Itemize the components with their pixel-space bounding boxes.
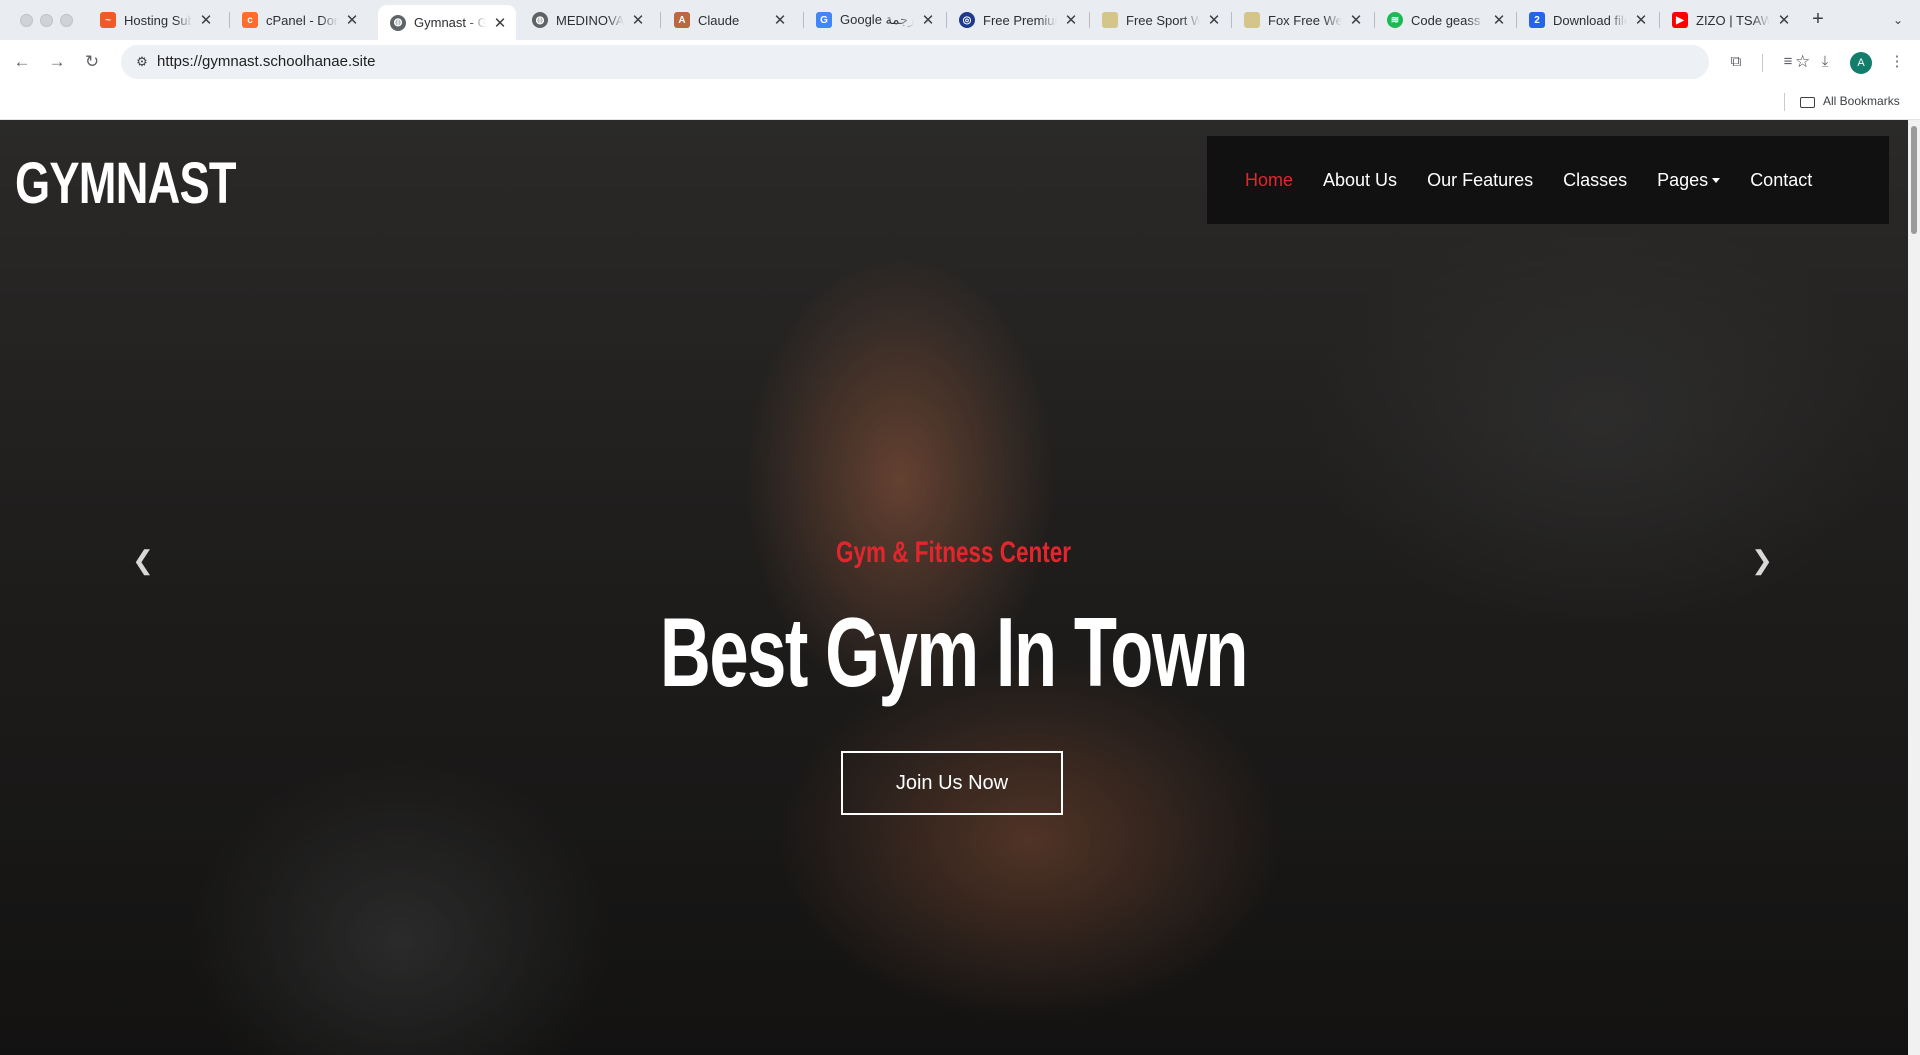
media-controls-icon[interactable]: ≡ bbox=[1776, 50, 1800, 74]
close-tab-icon[interactable]: ✕ bbox=[1348, 11, 1364, 29]
all-bookmarks-label: All Bookmarks bbox=[1823, 94, 1900, 108]
browser-tab[interactable]: ▶ ZIZO | TSAW ✕ bbox=[1660, 5, 1800, 35]
scrollbar-thumb[interactable] bbox=[1911, 126, 1917, 234]
page-scrollbar[interactable] bbox=[1908, 120, 1920, 1055]
spotify-icon: ≋ bbox=[1387, 12, 1403, 28]
nav-pages-label: Pages bbox=[1657, 169, 1709, 190]
browser-tab[interactable]: 2 Download file ✕ bbox=[1517, 5, 1657, 35]
browser-tab[interactable]: A Claude ✕ bbox=[662, 5, 796, 35]
browser-tab[interactable]: Fox Free Web ✕ bbox=[1232, 5, 1372, 35]
globe-icon: ◍ bbox=[390, 14, 406, 31]
caret-down-icon bbox=[1712, 177, 1721, 183]
youtube-icon: ▶ bbox=[1672, 12, 1688, 28]
claude-icon: A bbox=[674, 12, 690, 28]
hero-subtitle: Gym & Fitness Center bbox=[835, 536, 1072, 569]
close-tab-icon[interactable]: ✕ bbox=[344, 11, 360, 29]
folder-icon bbox=[1800, 96, 1815, 108]
nav-pages-dropdown[interactable]: Pages bbox=[1657, 169, 1721, 191]
menu-kebab-icon[interactable]: ⋮ bbox=[1885, 50, 1909, 74]
bookmarks-bar: All Bookmarks bbox=[0, 84, 1920, 120]
browser-tab[interactable]: ~ Hosting Subscription ✕ bbox=[88, 5, 222, 35]
site-settings-icon[interactable]: ⚙ bbox=[133, 53, 151, 71]
download-site-icon: 2 bbox=[1529, 12, 1545, 28]
close-tab-icon[interactable]: ✕ bbox=[1206, 11, 1222, 29]
back-arrow-icon[interactable]: ← bbox=[10, 50, 34, 74]
fox-icon bbox=[1244, 12, 1260, 28]
carousel-prev-chevron-icon[interactable]: ❮ bbox=[128, 545, 158, 575]
browser-tab[interactable]: ◎ Free Premium ✕ bbox=[947, 5, 1087, 35]
close-tab-icon[interactable]: ✕ bbox=[1776, 11, 1792, 29]
premium-icon: ◎ bbox=[959, 12, 975, 28]
close-tab-icon[interactable]: ✕ bbox=[1063, 11, 1079, 29]
google-translate-icon: G bbox=[816, 12, 832, 28]
window-zoom-button[interactable] bbox=[60, 14, 73, 27]
close-tab-icon[interactable]: ✕ bbox=[198, 11, 214, 29]
browser-tab[interactable]: ◍ MEDINOVA - Hospital ✕ bbox=[520, 5, 654, 35]
cpanel-icon: c bbox=[242, 12, 258, 28]
nav-home[interactable]: Home bbox=[1245, 170, 1293, 191]
nav-contact[interactable]: Contact bbox=[1750, 170, 1812, 191]
close-tab-icon[interactable]: ✕ bbox=[630, 11, 646, 29]
extensions-icon[interactable]: ⧉ bbox=[1724, 50, 1748, 74]
hero-background-image bbox=[0, 120, 1908, 1055]
tab-search-chevron-icon[interactable]: ⌄ bbox=[1886, 8, 1910, 32]
close-tab-icon[interactable]: ✕ bbox=[1633, 11, 1649, 29]
globe-icon: ◍ bbox=[532, 12, 548, 28]
nav-about-us[interactable]: About Us bbox=[1323, 170, 1397, 191]
browser-tab[interactable]: G Google ترجمة ✕ bbox=[804, 5, 944, 35]
downloads-icon[interactable]: ⤓ bbox=[1813, 50, 1837, 74]
site-logo[interactable]: GYMNAST bbox=[15, 150, 237, 217]
all-bookmarks-button[interactable]: All Bookmarks bbox=[1800, 94, 1900, 108]
carousel-next-chevron-icon[interactable]: ❯ bbox=[1747, 545, 1777, 575]
close-tab-icon[interactable]: ✕ bbox=[920, 11, 936, 29]
browser-tab-strip: ~ Hosting Subscription ✕ c cPanel - Doma… bbox=[0, 0, 1920, 40]
address-bar[interactable]: ⚙ https://gymnast.schoolhanae.site ☆ bbox=[121, 45, 1810, 79]
profile-avatar[interactable]: A bbox=[1850, 52, 1872, 74]
new-tab-button[interactable]: + bbox=[1806, 8, 1830, 32]
main-navbar: Home About Us Our Features Classes Pages… bbox=[1207, 136, 1889, 224]
window-close-button[interactable] bbox=[20, 14, 33, 27]
browser-tab[interactable]: Free Sport Web ✕ bbox=[1090, 5, 1230, 35]
hero-headline: Best Gym In Town bbox=[659, 597, 1249, 707]
join-us-button[interactable]: Join Us Now bbox=[841, 751, 1063, 815]
close-tab-icon[interactable]: ✕ bbox=[492, 14, 508, 32]
browser-toolbar: ← → ↻ ⚙ https://gymnast.schoolhanae.site… bbox=[0, 40, 1920, 84]
browser-tab[interactable]: ≋ Code geass ✕ bbox=[1375, 5, 1515, 35]
window-minimize-button[interactable] bbox=[40, 14, 53, 27]
nav-our-features[interactable]: Our Features bbox=[1427, 170, 1533, 191]
close-tab-icon[interactable]: ✕ bbox=[772, 11, 788, 29]
close-tab-icon[interactable]: ✕ bbox=[1491, 11, 1507, 29]
hosting-icon: ~ bbox=[100, 12, 116, 28]
browser-tab-active[interactable]: ◍ Gymnast - Gym ✕ bbox=[378, 5, 516, 40]
reload-icon[interactable]: ↻ bbox=[80, 50, 104, 74]
hero-carousel: GYMNAST Home About Us Our Features Class… bbox=[0, 120, 1908, 1055]
nav-classes[interactable]: Classes bbox=[1563, 170, 1627, 191]
url-text[interactable]: https://gymnast.schoolhanae.site bbox=[157, 53, 375, 70]
sport-icon bbox=[1102, 12, 1118, 28]
forward-arrow-icon[interactable]: → bbox=[45, 50, 69, 74]
browser-tab[interactable]: c cPanel - Domains ✕ bbox=[230, 5, 368, 35]
